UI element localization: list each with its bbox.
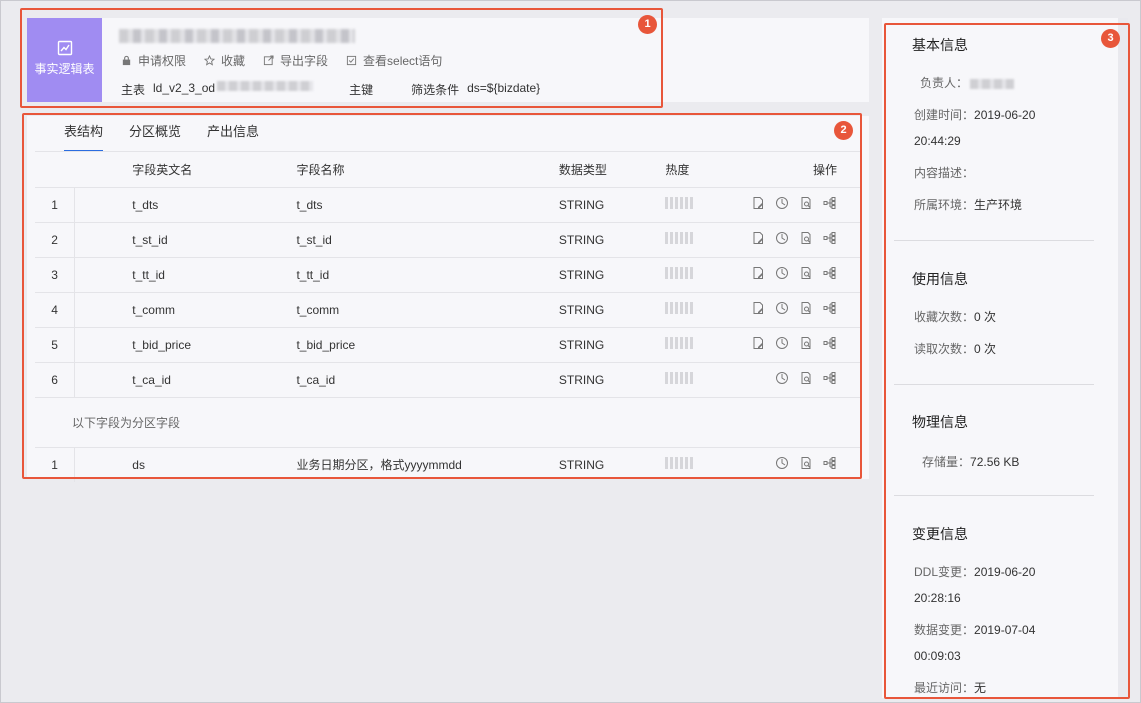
annotation-box-1 bbox=[20, 8, 663, 108]
annotation-badge-3: 3 bbox=[1101, 29, 1120, 48]
annotation-badge-1: 1 bbox=[638, 15, 657, 34]
annotation-badge-2: 2 bbox=[834, 121, 853, 140]
annotation-box-2 bbox=[22, 113, 862, 479]
annotation-box-3 bbox=[884, 23, 1130, 699]
